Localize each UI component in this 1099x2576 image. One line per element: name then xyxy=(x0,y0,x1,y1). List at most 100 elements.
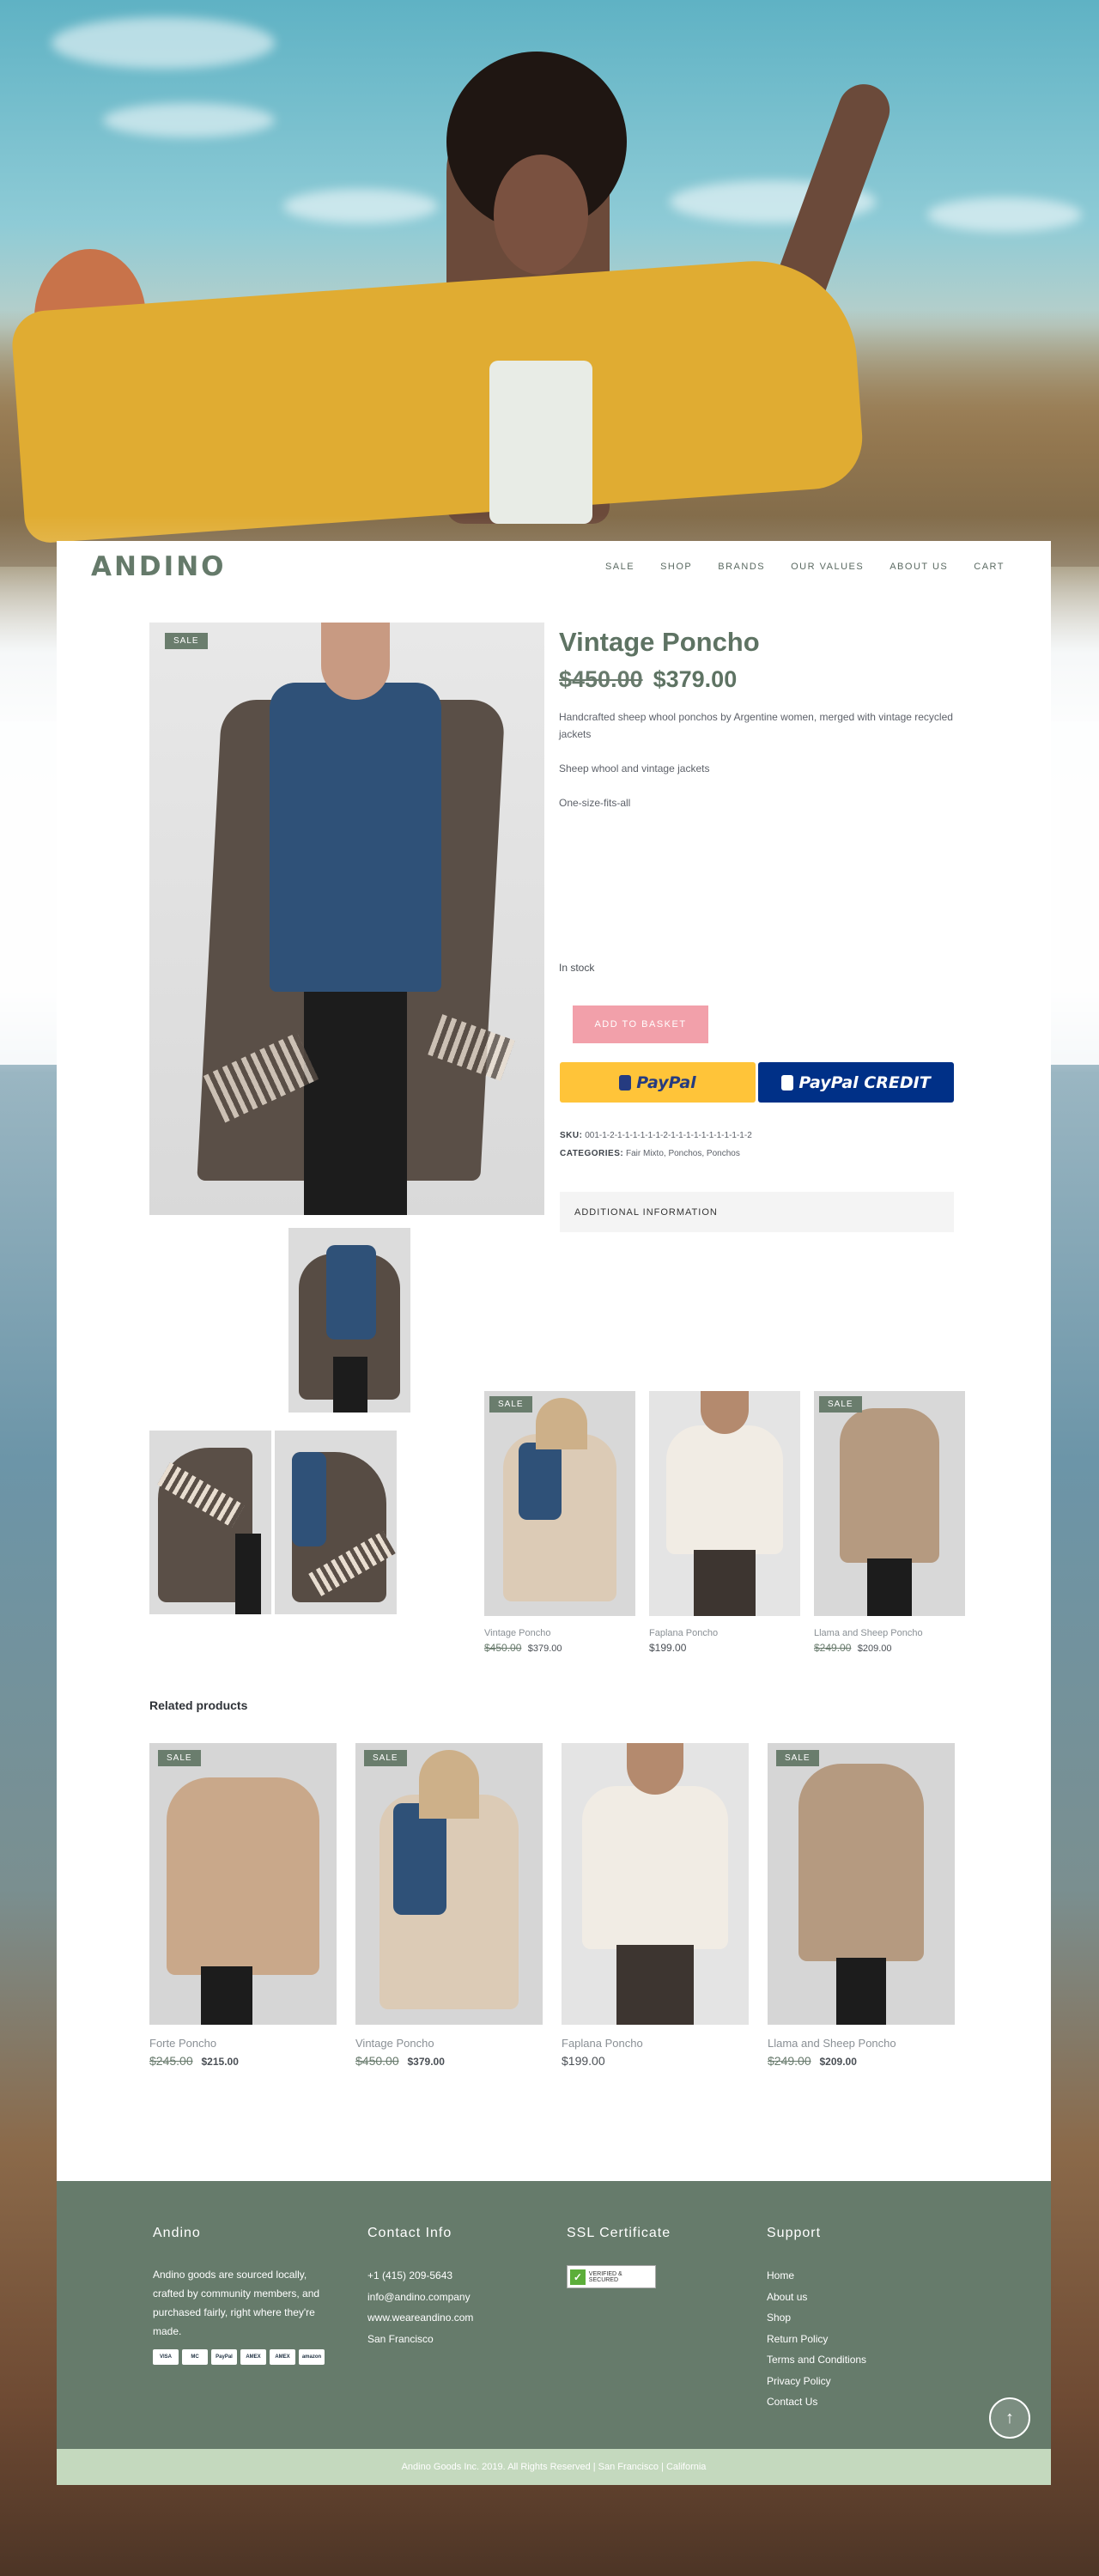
related-product-new-price: $379.00 xyxy=(407,2056,445,2068)
related-product-price: $450.00 $379.00 xyxy=(355,2054,543,2068)
mini-product-card[interactable]: SALE Vintage Poncho $450.00 $379.00 xyxy=(484,1391,635,1654)
related-products-title: Related products xyxy=(149,1698,248,1712)
product-old-price: $450.00 xyxy=(559,666,643,692)
sale-badge: SALE xyxy=(819,1396,862,1413)
support-link-contact[interactable]: Contact Us xyxy=(767,2391,938,2413)
arrow-up-icon: ↑ xyxy=(1005,2408,1014,2427)
mini-product-price: $450.00 $379.00 xyxy=(484,1642,635,1654)
mini-product-name[interactable]: Llama and Sheep Poncho xyxy=(814,1628,965,1638)
related-product-old-price: $245.00 xyxy=(149,2054,193,2068)
product-main-image[interactable]: SALE xyxy=(149,623,544,1215)
related-product-price: $245.00 $215.00 xyxy=(149,2054,337,2068)
mini-product-name[interactable]: Faplana Poncho xyxy=(649,1628,800,1638)
amazon-card-icon: amazon xyxy=(299,2349,325,2365)
mini-product-new-price: $379.00 xyxy=(527,1643,562,1654)
paypal-label: PayPal xyxy=(636,1072,696,1092)
related-product-card[interactable]: SALE Forte Poncho $245.00 $215.00 xyxy=(149,1743,337,2068)
mini-product-image[interactable]: SALE xyxy=(814,1391,965,1616)
mastercard-icon: MC xyxy=(182,2349,208,2365)
copyright-bar: Andino Goods Inc. 2019. All Rights Reser… xyxy=(57,2449,1051,2485)
mini-product-price: $199.00 xyxy=(649,1642,800,1654)
sale-badge: SALE xyxy=(165,633,208,649)
product-prices: $450.00 $379.00 xyxy=(559,666,954,693)
site-logo[interactable]: ANDINO xyxy=(91,551,227,582)
mini-product-image[interactable]: SALE xyxy=(484,1391,635,1616)
support-link-home[interactable]: Home xyxy=(767,2265,938,2287)
mini-product-price: $249.00 $209.00 xyxy=(814,1642,965,1654)
stock-status: In stock xyxy=(559,962,595,974)
mini-product-name[interactable]: Vintage Poncho xyxy=(484,1628,635,1638)
product-title: Vintage Poncho xyxy=(559,627,760,657)
copyright-text: Andino Goods Inc. 2019. All Rights Reser… xyxy=(401,2462,707,2472)
categories-row: CATEGORIES: Fair Mixto, Ponchos, Ponchos xyxy=(560,1149,740,1158)
gallery-thumb[interactable] xyxy=(275,1431,397,1614)
footer-ssl: SSL Certificate ✓ VERIFIED & SECURED xyxy=(567,2226,721,2288)
paypal-button[interactable]: PayPal xyxy=(560,1062,756,1103)
amex-card-icon: AMEX xyxy=(270,2349,295,2365)
mini-product-new-price: $199.00 xyxy=(649,1642,687,1654)
footer-about: Andino Andino goods are sourced locally,… xyxy=(153,2226,325,2365)
product-description-1: Handcrafted sheep whool ponchos by Argen… xyxy=(559,711,953,740)
related-product-name[interactable]: Llama and Sheep Poncho xyxy=(768,2037,955,2050)
nav-sale[interactable]: SALE xyxy=(605,562,635,572)
product-new-price: $379.00 xyxy=(653,666,738,692)
gallery-thumb[interactable] xyxy=(149,1431,271,1614)
mini-product-new-price: $209.00 xyxy=(857,1643,892,1654)
gallery-thumb[interactable] xyxy=(288,1228,410,1413)
nav-brands[interactable]: BRANDS xyxy=(718,562,765,572)
support-link-privacy[interactable]: Privacy Policy xyxy=(767,2371,938,2392)
footer-contact-title: Contact Info xyxy=(367,2226,452,2240)
amex-card-icon: AMEX xyxy=(240,2349,266,2365)
contact-phone[interactable]: +1 (415) 209-5643 xyxy=(367,2265,522,2287)
mini-product-card[interactable]: SALE Llama and Sheep Poncho $249.00 $209… xyxy=(814,1391,965,1654)
nav-shop[interactable]: SHOP xyxy=(660,562,692,572)
mini-product-image[interactable] xyxy=(649,1391,800,1616)
related-product-name[interactable]: Faplana Poncho xyxy=(562,2037,749,2050)
nav-about-us[interactable]: ABOUT US xyxy=(890,562,948,572)
support-link-shop[interactable]: Shop xyxy=(767,2307,938,2329)
related-product-image[interactable]: SALE xyxy=(355,1743,543,2025)
paypal-credit-label: PayPal CREDIT xyxy=(798,1072,931,1092)
support-link-about[interactable]: About us xyxy=(767,2287,938,2308)
categories-value[interactable]: Fair Mixto, Ponchos, Ponchos xyxy=(626,1149,740,1158)
related-product-card[interactable]: Faplana Poncho $199.00 xyxy=(562,1743,749,2068)
related-product-new-price: $209.00 xyxy=(819,2056,857,2068)
sku-row: SKU: 001-1-2-1-1-1-1-1-1-2-1-1-1-1-1-1-1… xyxy=(560,1131,752,1140)
scroll-to-top-button[interactable]: ↑ xyxy=(989,2397,1030,2439)
footer-ssl-title: SSL Certificate xyxy=(567,2226,671,2240)
related-product-image[interactable]: SALE xyxy=(768,1743,955,2025)
categories-label: CATEGORIES: xyxy=(560,1149,624,1158)
paypal-credit-button[interactable]: PayPal CREDIT xyxy=(758,1062,954,1103)
related-product-price: $199.00 xyxy=(562,2054,749,2068)
related-product-new-price: $215.00 xyxy=(201,2056,239,2068)
related-product-price: $249.00 $209.00 xyxy=(768,2054,955,2068)
site-header: ANDINO SALE SHOP BRANDS OUR VALUES ABOUT… xyxy=(57,541,1051,592)
footer-support: Support Home About us Shop Return Policy… xyxy=(767,2226,938,2413)
sku-label: SKU: xyxy=(560,1131,583,1140)
nav-our-values[interactable]: OUR VALUES xyxy=(791,562,864,572)
product-description-2: Sheep whool and vintage jackets xyxy=(559,762,710,775)
support-link-return-policy[interactable]: Return Policy xyxy=(767,2329,938,2350)
product-description-3: One-size-fits-all xyxy=(559,797,631,809)
mini-product-old-price: $450.00 xyxy=(484,1642,522,1654)
related-product-card[interactable]: SALE Vintage Poncho $450.00 $379.00 xyxy=(355,1743,543,2068)
additional-information-tab[interactable]: ADDITIONAL INFORMATION xyxy=(560,1192,954,1232)
footer-about-title: Andino xyxy=(153,2226,201,2240)
ssl-badge[interactable]: ✓ VERIFIED & SECURED xyxy=(567,2265,656,2288)
contact-city: San Francisco xyxy=(367,2332,434,2345)
contact-website[interactable]: www.weareandino.com xyxy=(367,2307,522,2329)
nav-cart[interactable]: CART xyxy=(974,562,1005,572)
related-product-card[interactable]: SALE Llama and Sheep Poncho $249.00 $209… xyxy=(768,1743,955,2068)
related-product-old-price: $450.00 xyxy=(355,2054,399,2068)
related-product-image[interactable] xyxy=(562,1743,749,2025)
mini-product-card[interactable]: Faplana Poncho $199.00 xyxy=(649,1391,800,1654)
support-link-terms[interactable]: Terms and Conditions xyxy=(767,2349,938,2371)
contact-email[interactable]: info@andino.company xyxy=(367,2287,522,2308)
add-to-basket-button[interactable]: ADD TO BASKET xyxy=(573,1005,708,1043)
related-product-name[interactable]: Vintage Poncho xyxy=(355,2037,543,2050)
paypal-icon xyxy=(619,1074,632,1091)
sale-badge: SALE xyxy=(364,1750,407,1766)
related-product-name[interactable]: Forte Poncho xyxy=(149,2037,337,2050)
related-product-image[interactable]: SALE xyxy=(149,1743,337,2025)
related-product-new-price: $199.00 xyxy=(562,2054,605,2068)
